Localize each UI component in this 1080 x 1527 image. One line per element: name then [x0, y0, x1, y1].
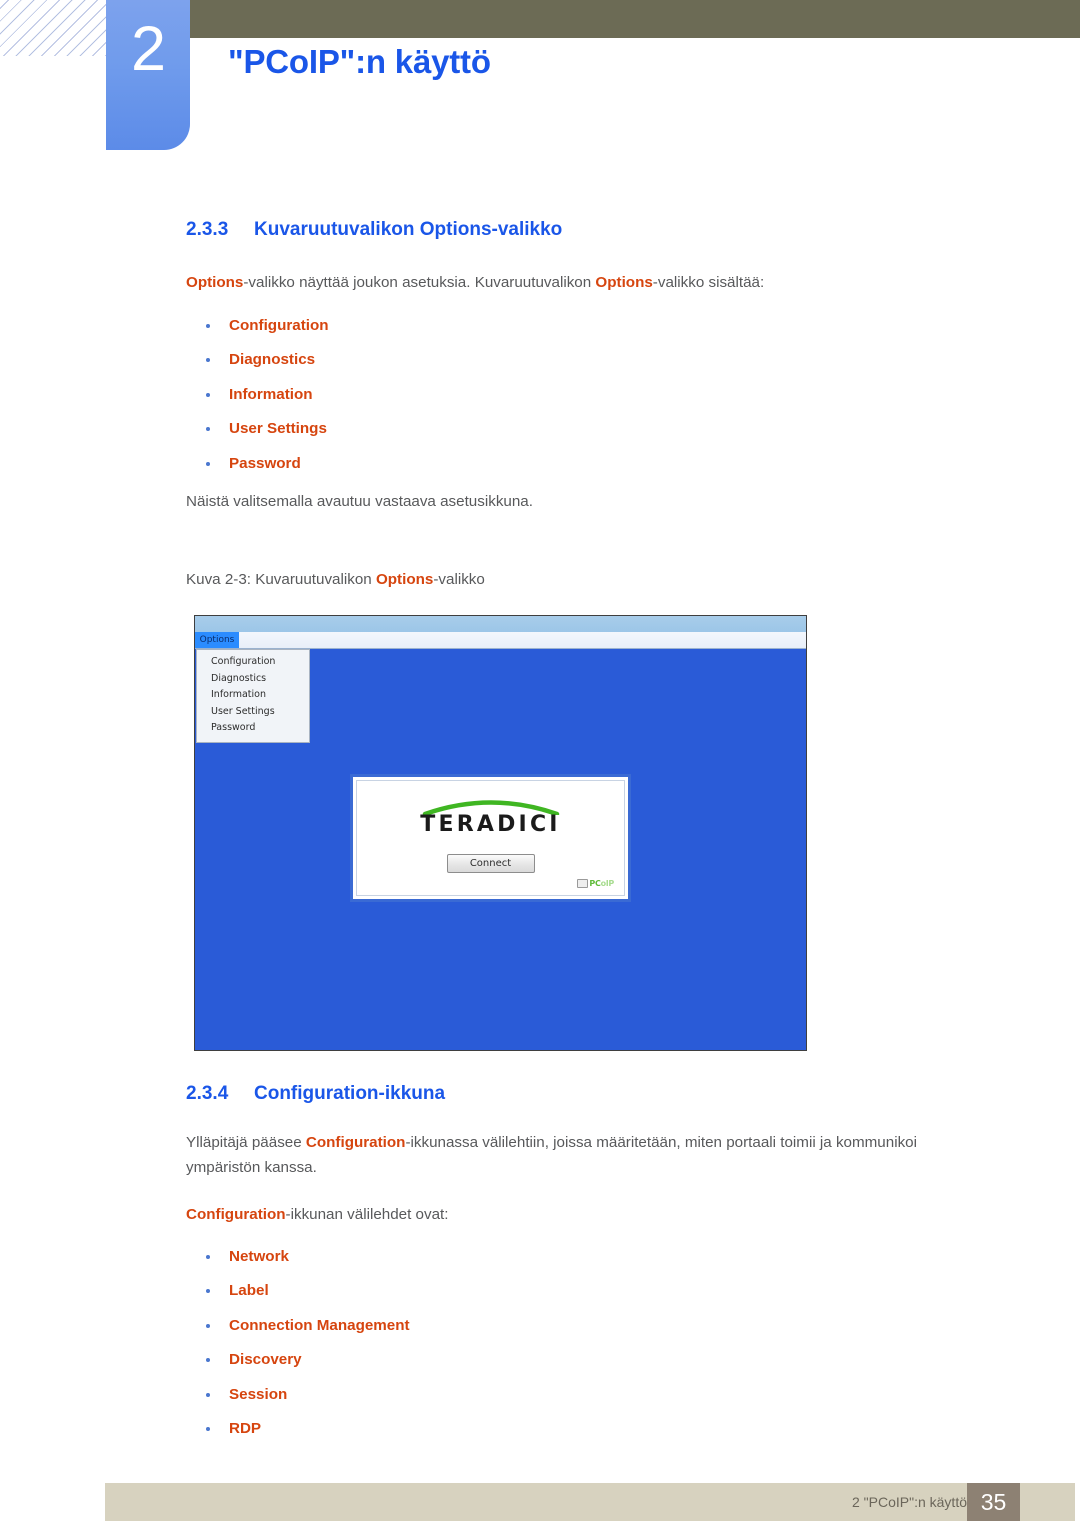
teradici-connect-dialog: TERADICI Connect PCoIP — [350, 774, 631, 902]
osd-menu-item-user-settings[interactable]: User Settings — [197, 704, 309, 721]
pcoip-text-bold: PC — [589, 879, 601, 888]
teradici-wordmark: TERADICI — [420, 812, 561, 837]
page-footer: 2 "PCoIP":n käyttö 35 — [105, 1483, 1075, 1521]
header-olive-bar — [189, 0, 1080, 38]
page-number: 35 — [967, 1483, 1020, 1521]
intro-paragraph: Options-valikko näyttää joukon asetuksia… — [186, 271, 886, 296]
list-item: Network — [186, 1240, 410, 1274]
section-number-234: 2.3.4 — [186, 1083, 229, 1104]
list-item-label: Session — [229, 1385, 288, 1403]
list-item: Connection Management — [186, 1309, 410, 1343]
tabs-intro-paragraph: Configuration-ikkunan välilehdet ovat: — [186, 1203, 449, 1228]
figure-caption-post: -valikko — [433, 571, 485, 588]
osd-menu-item-password[interactable]: Password — [197, 720, 309, 737]
list-item: Discovery — [186, 1343, 410, 1377]
list-item-label: Diagnostics — [229, 351, 316, 369]
list-item-label: Information — [229, 385, 313, 403]
osd-title-bar — [195, 616, 806, 632]
list-item: User Settings — [186, 412, 329, 446]
bullet-dot-icon — [206, 461, 210, 466]
footer-chapter-label: 2 "PCoIP":n käyttö — [852, 1494, 967, 1510]
intro-highlight-1: Options — [186, 274, 244, 291]
osd-menu-bar: Options — [195, 632, 806, 649]
list-item-label: Discovery — [229, 1351, 302, 1369]
list-item-label: Network — [229, 1248, 289, 1265]
list-item: Diagnostics — [186, 343, 329, 377]
bullet-dot-icon — [206, 1323, 210, 1328]
intro-mid-text: -valikko näyttää joukon asetuksia. Kuvar… — [243, 274, 596, 291]
list-item-label: Configuration — [229, 317, 329, 334]
osd-options-dropdown: Configuration Diagnostics Information Us… — [196, 649, 310, 743]
list-item: RDP — [186, 1412, 410, 1446]
intro-highlight-2: Options — [595, 274, 653, 291]
list-item-label: Password — [229, 454, 301, 472]
list-item-label: User Settings — [229, 420, 327, 438]
options-menu-list: Configuration Diagnostics Information Us… — [186, 309, 329, 481]
bullet-dot-icon — [206, 1358, 210, 1363]
osd-menu-item-information[interactable]: Information — [197, 687, 309, 704]
bullet-dot-icon — [206, 1255, 210, 1259]
teradici-dialog-inner: TERADICI Connect PCoIP — [356, 780, 625, 896]
list-item: Password — [186, 447, 329, 481]
chapter-number: 2 — [130, 14, 166, 84]
monitor-icon — [577, 879, 589, 888]
list-item: Configuration — [186, 309, 329, 343]
list-item: Session — [186, 1378, 410, 1412]
decorative-hatch-pattern — [0, 0, 106, 56]
list-item-label: RDP — [229, 1419, 262, 1437]
tabs-intro-post-text: -ikkunan välilehdet ovat: — [285, 1206, 449, 1223]
bullet-dot-icon — [206, 358, 210, 363]
teradici-logo: TERADICI — [357, 797, 624, 837]
bullet-dot-icon — [206, 1426, 210, 1431]
list-item: Label — [186, 1274, 410, 1308]
chapter-number-box: 2 — [106, 0, 190, 150]
configuration-highlight: Configuration — [305, 1134, 406, 1151]
pcoip-text-dim: oIP — [600, 879, 615, 888]
intro-post-text: -valikko sisältää: — [652, 274, 765, 291]
pcoip-wordmark: PCoIP — [589, 879, 614, 888]
bullet-dot-icon — [206, 427, 210, 432]
connect-button[interactable]: Connect — [446, 854, 535, 873]
figure-caption-highlight: Options — [375, 571, 434, 588]
pcoip-logo: PCoIP — [577, 879, 614, 888]
figure-caption: Kuva 2-3: Kuvaruutuvalikon Options-valik… — [186, 568, 485, 593]
chapter-title: "PCoIP":n käyttö — [228, 43, 491, 80]
figure-caption-pre: Kuva 2-3: Kuvaruutuvalikon — [186, 571, 376, 588]
list-item-label: Connection Management — [229, 1316, 410, 1334]
section-title-234: Configuration-ikkuna — [254, 1083, 446, 1104]
section-number-233: 2.3.3 — [186, 219, 229, 240]
configuration-pre-text: Ylläpitäjä pääsee — [186, 1134, 306, 1151]
osd-options-menu-button[interactable]: Options — [195, 632, 239, 648]
osd-menu-item-diagnostics[interactable]: Diagnostics — [197, 671, 309, 688]
bullet-dot-icon — [206, 324, 210, 328]
tabs-intro-highlight: Configuration — [186, 1206, 286, 1223]
section-title-233: Kuvaruutuvalikon Options-valikko — [254, 219, 563, 240]
section-heading-233: 2.3.3 Kuvaruutuvalikon Options-valikko — [186, 219, 562, 241]
section-heading-234: 2.3.4 Configuration-ikkuna — [186, 1083, 445, 1105]
list-item: Information — [186, 378, 329, 412]
bullet-dot-icon — [206, 1392, 210, 1397]
configuration-tabs-list: Network Label Connection Management Disc… — [186, 1240, 410, 1446]
bullet-dot-icon — [206, 392, 210, 397]
after-list-paragraph: Näistä valitsemalla avautuu vastaava ase… — [186, 493, 533, 510]
osd-screenshot-figure: Options Configuration Diagnostics Inform… — [194, 615, 807, 1051]
bullet-dot-icon — [206, 1289, 210, 1294]
list-item-label: Label — [229, 1282, 269, 1300]
configuration-paragraph: Ylläpitäjä pääsee Configuration-ikkunass… — [186, 1131, 938, 1180]
osd-menu-item-configuration[interactable]: Configuration — [197, 654, 309, 671]
